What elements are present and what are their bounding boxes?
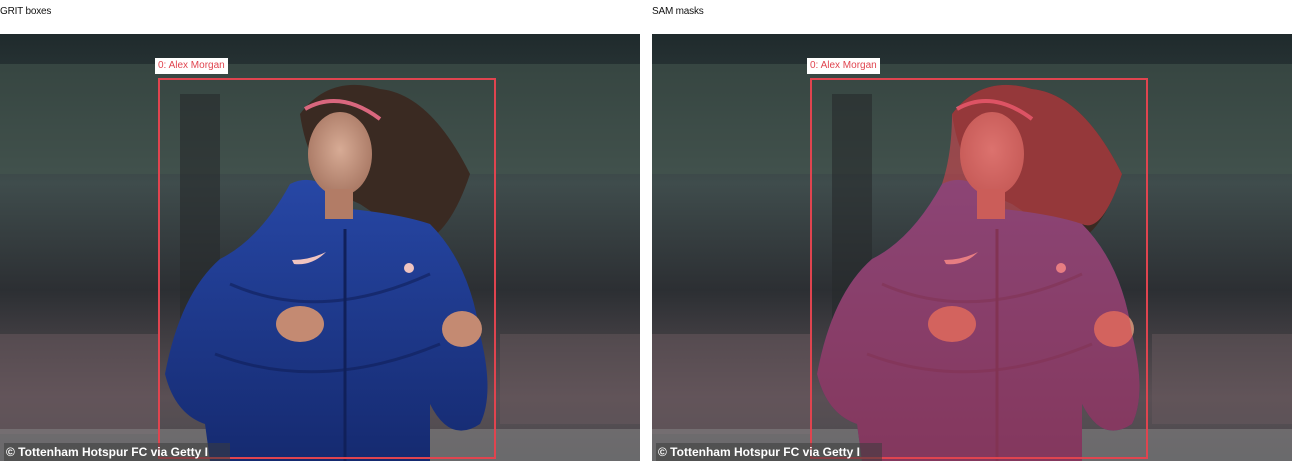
photo-credit: © Tottenham Hotspur FC via Getty I <box>4 443 230 461</box>
bounding-box-label: 0: Alex Morgan <box>807 58 880 74</box>
panel-title-grit: GRIT boxes <box>0 6 52 17</box>
grit-photo: 0: Alex Morgan © Tottenham Hotspur FC vi… <box>0 34 640 461</box>
bounding-box <box>810 78 1148 459</box>
bounding-box <box>158 78 496 459</box>
panel-title-sam: SAM masks <box>652 6 704 17</box>
sam-photo: 0: Alex Morgan © Tottenham Hotspur FC vi… <box>652 34 1292 461</box>
photo-credit: © Tottenham Hotspur FC via Getty I <box>656 443 882 461</box>
bounding-box-label: 0: Alex Morgan <box>155 58 228 74</box>
